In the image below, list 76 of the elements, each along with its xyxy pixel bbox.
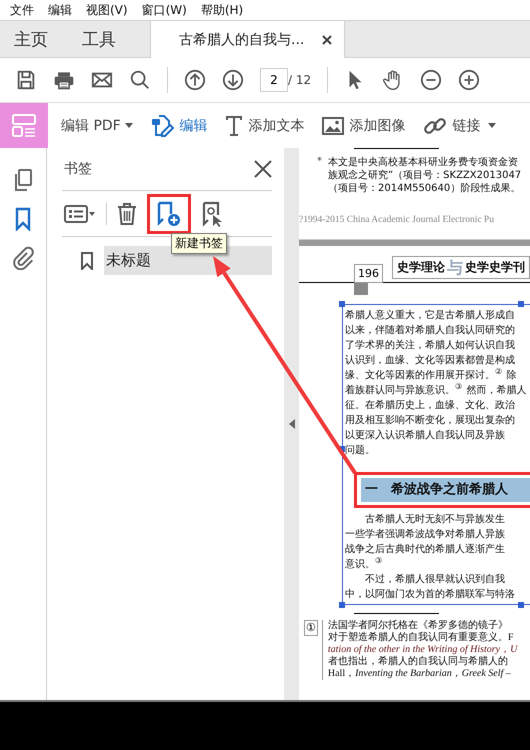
zoom-out-icon[interactable] (420, 69, 442, 91)
text-icon (224, 114, 243, 136)
footnote-marker: * (317, 156, 322, 169)
arrow-down-icon[interactable] (222, 69, 244, 91)
caret-icon (124, 123, 133, 128)
menu-item[interactable]: 文件 (10, 2, 34, 18)
page-total: / 12 (288, 73, 312, 87)
tooltip: 新建书签 (171, 233, 227, 254)
journal-title: 史学史学刊 (465, 259, 525, 276)
footnote-line: 者也指出，希腊人的自我认同与希腊人的 (328, 656, 509, 668)
page-number: 196 (354, 264, 383, 283)
page-marker (354, 283, 368, 295)
text-line: 以更深入认识希腊人自我认同及异族 (345, 428, 506, 443)
menu-item[interactable]: 帮助(H) (200, 2, 244, 18)
journal-title: 史学理论 (397, 259, 445, 276)
layout-icon (11, 112, 37, 138)
edit-icon (150, 114, 174, 138)
menu-label: 编辑 PDF (61, 116, 121, 134)
footnote-line: 族观念之研究”（项目号：SKZZX2013047 (328, 169, 522, 182)
text-line: 战争之后古典时代的希腊人逐渐产生 (345, 542, 506, 557)
resize-handle[interactable] (339, 602, 345, 608)
text-line: 问题。 (345, 444, 376, 458)
edit-pdf-tile[interactable] (0, 103, 48, 148)
bookmark-icon (80, 252, 94, 270)
search-icon[interactable] (129, 69, 151, 91)
journal-mark: 与 (447, 260, 463, 276)
text-line: 希腊人意义重大，它是古希腊人形成自 (345, 308, 516, 323)
tool-button[interactable]: 编辑 (150, 114, 208, 138)
footnote-line: 本文是中央高校基本科研业务费专项资金资 (328, 156, 519, 169)
trash-icon[interactable] (117, 202, 137, 226)
edit-pdf-menu[interactable]: 编辑 PDF (61, 116, 133, 134)
menu-item[interactable]: 视图(V) (86, 2, 128, 18)
text-line: 着族群认同与异族意识。$^{③}$ 然而，希腊人 (345, 383, 528, 398)
menu-item[interactable]: 窗口(W) (142, 2, 187, 18)
bookmark-plus-icon[interactable] (156, 200, 182, 226)
paperclip-icon[interactable] (11, 246, 35, 270)
footnote-line: tation of the other in the Writing of History，U (328, 644, 518, 656)
document-tab[interactable]: 古希腊人的自我与... (150, 21, 346, 58)
text-line: 以来，伴随着对希腊人自我认同研究的 (345, 324, 516, 338)
resize-handle[interactable] (339, 301, 345, 307)
text-line: 中，以阿伽门农为首的希腊联军与特洛 (345, 588, 516, 602)
page-number-field[interactable]: 2 (260, 68, 288, 92)
footnote-line: 法国学者阿尔托格在《希罗多德的镜子》 (328, 620, 509, 632)
arrow-up-icon[interactable] (184, 69, 206, 91)
text-line: 一些学者强调希波战争对希腊人异族 (345, 528, 506, 542)
text-line: 古希腊人无时无刻不与异族发生 (364, 512, 506, 527)
section-heading: 一 希波战争之前希腊人 (361, 478, 530, 502)
options-icon[interactable] (64, 204, 96, 224)
text-line: 了学术界的关注，希腊人如何认识自我 (345, 338, 516, 353)
copyright-text: ?1994-2015 China Academic Journal Electronic Pu (299, 215, 495, 225)
collapse-arrow-icon[interactable] (288, 419, 294, 429)
text-line: 用及相互影响不断变化，展现出复杂的 (345, 414, 516, 428)
footnote-marker: ① (304, 620, 318, 636)
tool-button[interactable]: 添加文本 (224, 114, 305, 136)
tool-button[interactable]: 添加图像 (322, 116, 406, 136)
text-line: 征。在希腊历史上，血缘、文化、政治 (345, 398, 516, 413)
save-icon[interactable] (15, 69, 37, 91)
text-line: 意识。$^{③}$ (345, 557, 384, 572)
tool-button[interactable]: 链接 (422, 114, 481, 138)
footnote-line: （项目号：2014M550640）阶段性成果。 (328, 182, 522, 195)
text-line: 不过，希腊人很早就认识到自我 (364, 572, 506, 587)
zoom-in-icon[interactable] (458, 69, 480, 91)
resize-handle[interactable] (518, 602, 524, 608)
text-line: 缘、文化等因素的作用展开探讨。$^{②}$ 除 (345, 368, 518, 383)
text-line: 认识到，血缘、文化等因素都曾是构成 (345, 354, 516, 368)
menu-item[interactable]: 编辑 (48, 2, 72, 18)
caret-icon[interactable] (488, 123, 496, 128)
close-icon[interactable] (322, 34, 332, 44)
resize-handle[interactable] (518, 301, 524, 307)
tab-label: 古希腊人的自我与... (179, 30, 304, 48)
panel-title: 书签 (64, 160, 92, 178)
footnote-line: 对于塑造希腊人的自我认同有重要意义。F (328, 632, 514, 644)
close-icon[interactable] (254, 160, 272, 178)
footnote-line: Hall，Inventing the Barbarian，Greek Self – (328, 668, 512, 680)
text-frame[interactable] (342, 304, 530, 605)
image-icon (322, 116, 344, 136)
